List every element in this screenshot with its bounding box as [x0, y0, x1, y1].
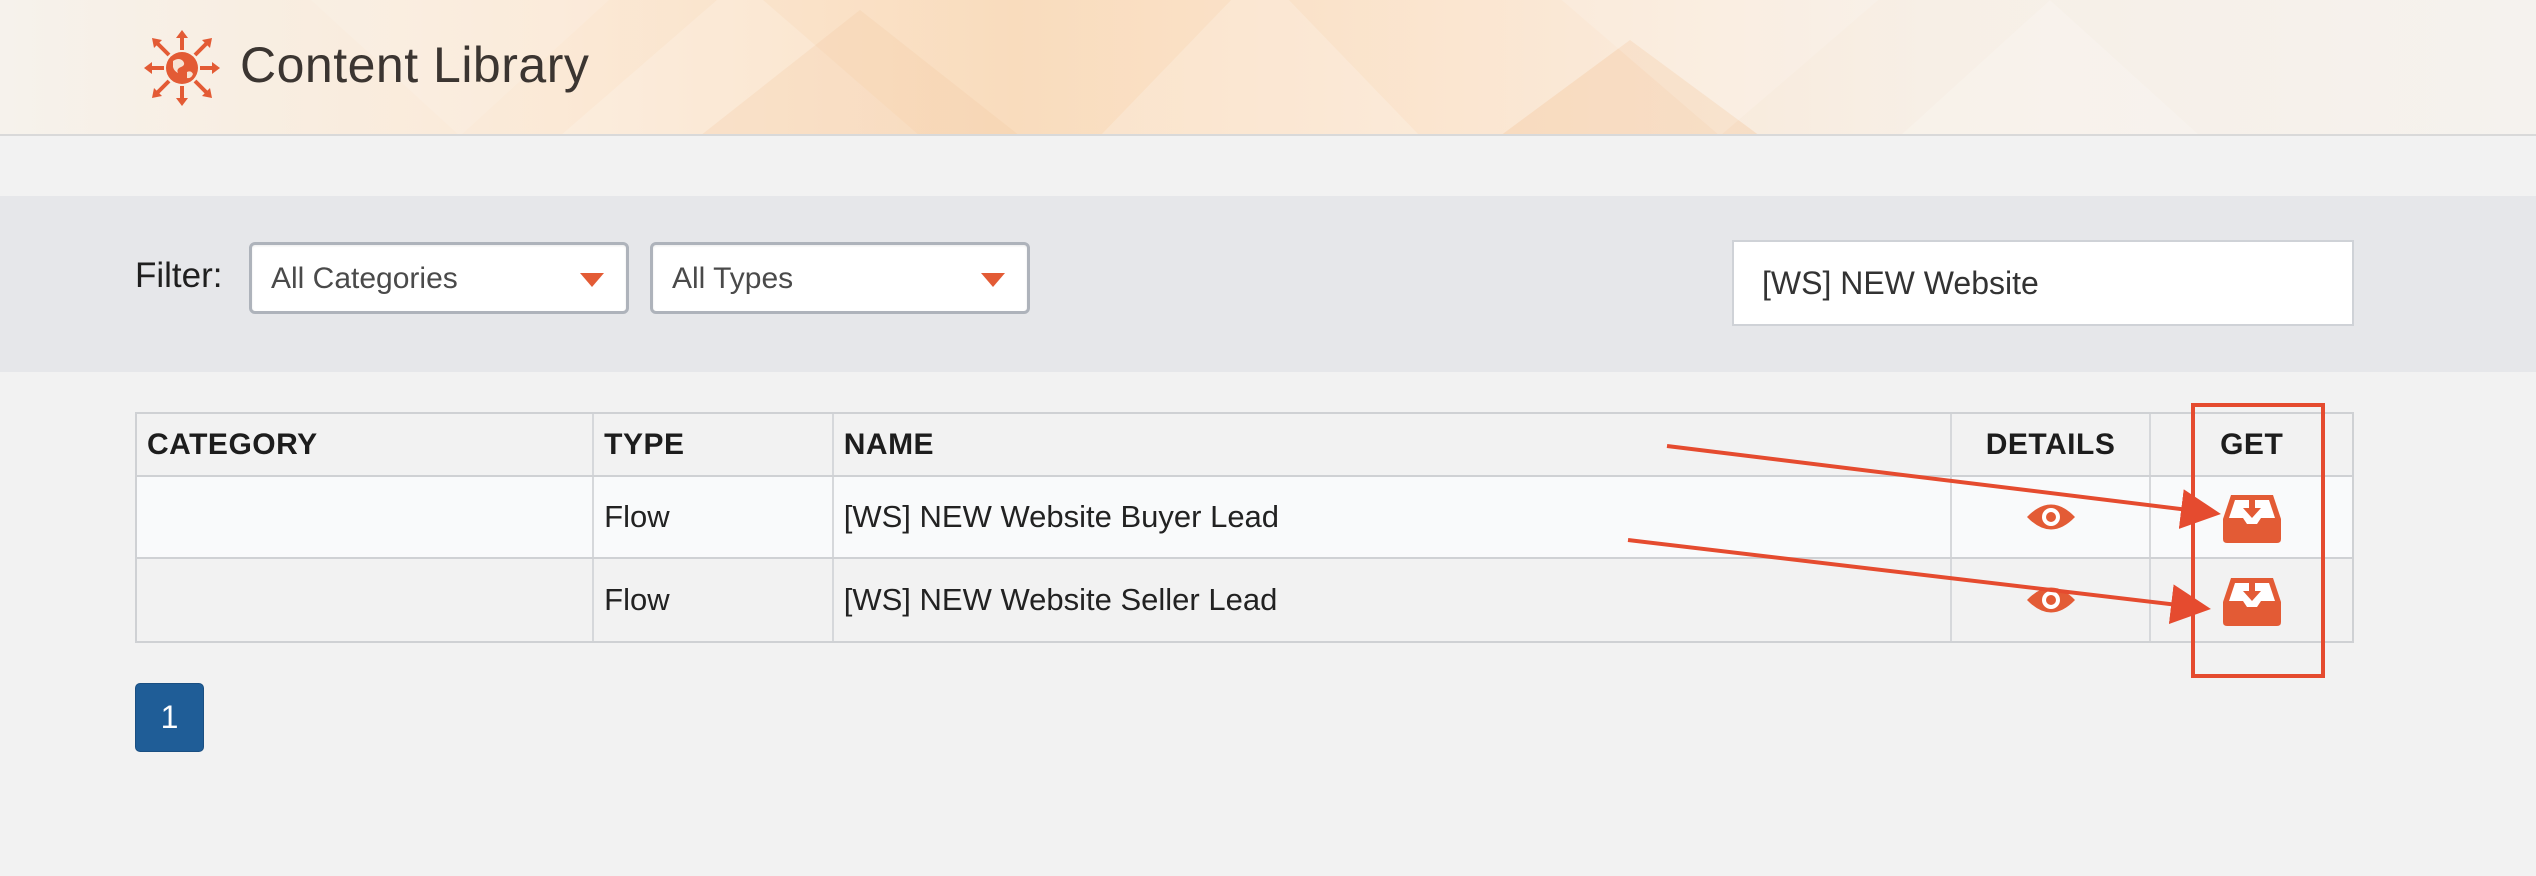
cell-text: Flow: [604, 499, 670, 534]
column-header-label: GET: [2220, 427, 2284, 461]
cell-details: [1952, 477, 2152, 557]
column-header-name[interactable]: NAME: [834, 414, 1952, 475]
content-table: CATEGORY TYPE NAME DETAILS GET Flow [WS]…: [135, 412, 2354, 643]
eye-icon[interactable]: [2025, 500, 2077, 534]
filter-label: Filter:: [135, 256, 223, 295]
cell-get: [2151, 477, 2352, 557]
column-header-label: CATEGORY: [147, 427, 318, 461]
column-header-type[interactable]: TYPE: [594, 414, 834, 475]
cell-get: [2151, 559, 2352, 641]
app-header: Content Library: [0, 0, 2536, 136]
pagination-page-button[interactable]: 1: [135, 683, 204, 752]
dropdown-arrow-icon: [580, 273, 604, 287]
filter-bar: Filter: All Categories All Types: [0, 196, 2536, 372]
cell-type: Flow: [594, 559, 834, 641]
cell-text: [WS] NEW Website Seller Lead: [843, 582, 1278, 617]
table-header-row: CATEGORY TYPE NAME DETAILS GET: [137, 414, 2352, 477]
cell-name: [WS] NEW Website Buyer Lead: [834, 477, 1952, 557]
cell-details: [1952, 559, 2152, 641]
type-select-value: All Types: [672, 262, 794, 295]
column-header-label: NAME: [843, 427, 935, 461]
search-input[interactable]: [1732, 240, 2354, 326]
table-row: Flow [WS] NEW Website Seller Lead: [137, 559, 2352, 641]
cell-name: [WS] NEW Website Seller Lead: [834, 559, 1952, 641]
cell-category: [137, 477, 595, 557]
cell-type: Flow: [594, 477, 834, 557]
column-header-get: GET: [2151, 414, 2352, 475]
cell-text: Flow: [604, 582, 670, 617]
inbox-download-icon[interactable]: [2222, 574, 2281, 626]
category-select-value: All Categories: [271, 262, 458, 295]
inbox-download-icon[interactable]: [2222, 491, 2281, 543]
column-header-label: DETAILS: [1985, 427, 2116, 461]
column-header-category[interactable]: CATEGORY: [137, 414, 595, 475]
category-select[interactable]: All Categories: [249, 242, 629, 314]
cell-text: [WS] NEW Website Buyer Lead: [843, 499, 1280, 534]
page-title: Content Library: [240, 37, 590, 93]
cell-category: [137, 559, 595, 641]
column-header-label: TYPE: [604, 427, 685, 461]
globe-arrows-icon: [144, 30, 220, 106]
eye-icon[interactable]: [2025, 583, 2077, 617]
dropdown-arrow-icon: [981, 273, 1005, 287]
table-row: Flow [WS] NEW Website Buyer Lead: [137, 477, 2352, 559]
type-select[interactable]: All Types: [650, 242, 1030, 314]
column-header-details: DETAILS: [1952, 414, 2152, 475]
